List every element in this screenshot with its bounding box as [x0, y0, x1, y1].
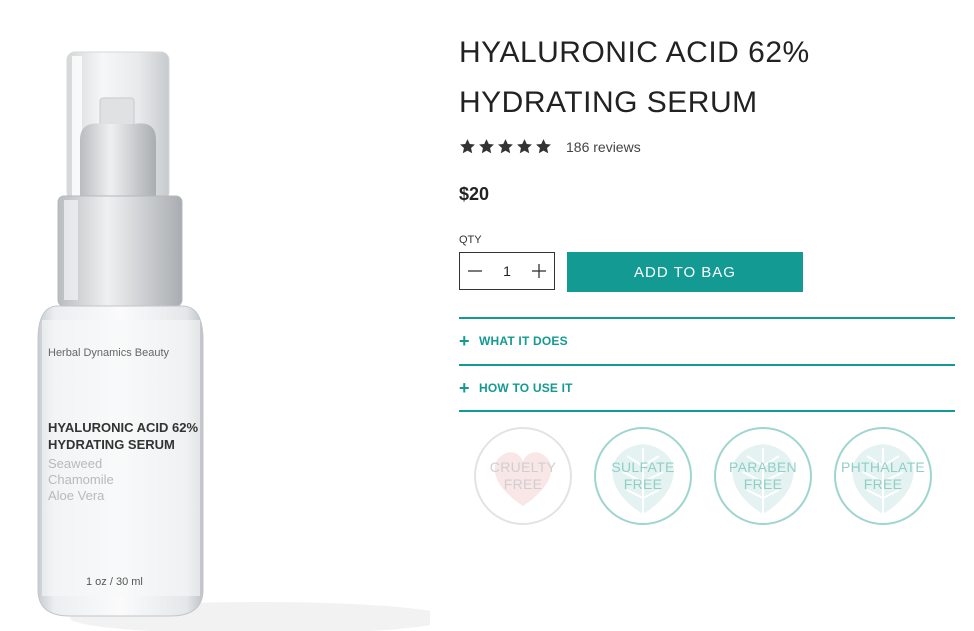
badge-label: SULFATE FREE — [593, 459, 693, 493]
star-icon — [498, 139, 513, 154]
decrease-qty-button[interactable] — [460, 253, 490, 289]
bottle-brand-label: Herbal Dynamics Beauty — [48, 347, 170, 359]
badge-line: PARABEN — [729, 459, 797, 475]
plus-icon: + — [459, 330, 470, 351]
price: $20 — [459, 184, 490, 204]
plus-icon — [531, 264, 546, 278]
badge-line: FREE — [863, 476, 903, 492]
ingredient: Aloe Vera — [48, 488, 105, 503]
add-to-bag-button[interactable]: ADD TO BAG — [567, 252, 803, 292]
rating[interactable]: 186 reviews — [459, 138, 641, 155]
badge-label: PARABEN FREE — [713, 459, 813, 493]
ingredient: Seaweed — [48, 456, 103, 471]
star-rating — [459, 138, 552, 155]
badge-line: CRUELTY — [489, 459, 557, 475]
badge-label: PHTHALATE FREE — [833, 459, 933, 493]
plus-icon: + — [459, 377, 470, 398]
minus-icon — [468, 270, 482, 272]
qty-label: QTY — [459, 234, 482, 246]
increase-qty-button[interactable] — [524, 253, 554, 289]
badge-cruelty-free: CRUELTY FREE — [473, 426, 573, 526]
product-title: HYALURONIC ACID 62% HYDRATING SERUM — [459, 36, 810, 119]
star-icon — [536, 139, 551, 154]
qty-value[interactable]: 1 — [503, 263, 511, 279]
accordion-how-to-use[interactable]: + HOW TO USE IT — [459, 364, 955, 412]
accordion-label: HOW TO USE IT — [479, 381, 573, 395]
bottle-illustration — [37, 51, 430, 631]
badge-line: FREE — [623, 476, 663, 492]
bottle-size: 1 oz / 30 ml — [86, 576, 143, 588]
badge-line: FREE — [503, 476, 543, 492]
product-image: Herbal Dynamics Beauty HYALURONIC ACID 6… — [0, 0, 430, 631]
badge-line: PHTHALATE — [840, 459, 926, 475]
free-from-badges: CRUELTY FREE SULFATE FREE PARABEN FREE P… — [473, 426, 933, 526]
star-icon — [517, 139, 532, 154]
badge-line: SULFATE — [611, 459, 675, 475]
badge-label: CRUELTY FREE — [473, 459, 573, 493]
star-icon — [460, 139, 475, 154]
star-icon — [479, 139, 494, 154]
bottle-product-title: HYALURONIC ACID 62% HYDRATING SERUM — [48, 420, 199, 452]
reviews-link[interactable]: 186 reviews — [566, 139, 641, 155]
ingredient: Chamomile — [48, 472, 114, 487]
badge-phthalate-free: PHTHALATE FREE — [833, 426, 933, 526]
accordion-what-it-does[interactable]: + WHAT IT DOES — [459, 317, 955, 363]
quantity-stepper: 1 — [459, 252, 555, 290]
badge-line: FREE — [743, 476, 783, 492]
accordion-label: WHAT IT DOES — [479, 334, 568, 348]
bottle-ingredients: Seaweed Chamomile Aloe Vera — [48, 456, 114, 504]
badge-paraben-free: PARABEN FREE — [713, 426, 813, 526]
badge-sulfate-free: SULFATE FREE — [593, 426, 693, 526]
